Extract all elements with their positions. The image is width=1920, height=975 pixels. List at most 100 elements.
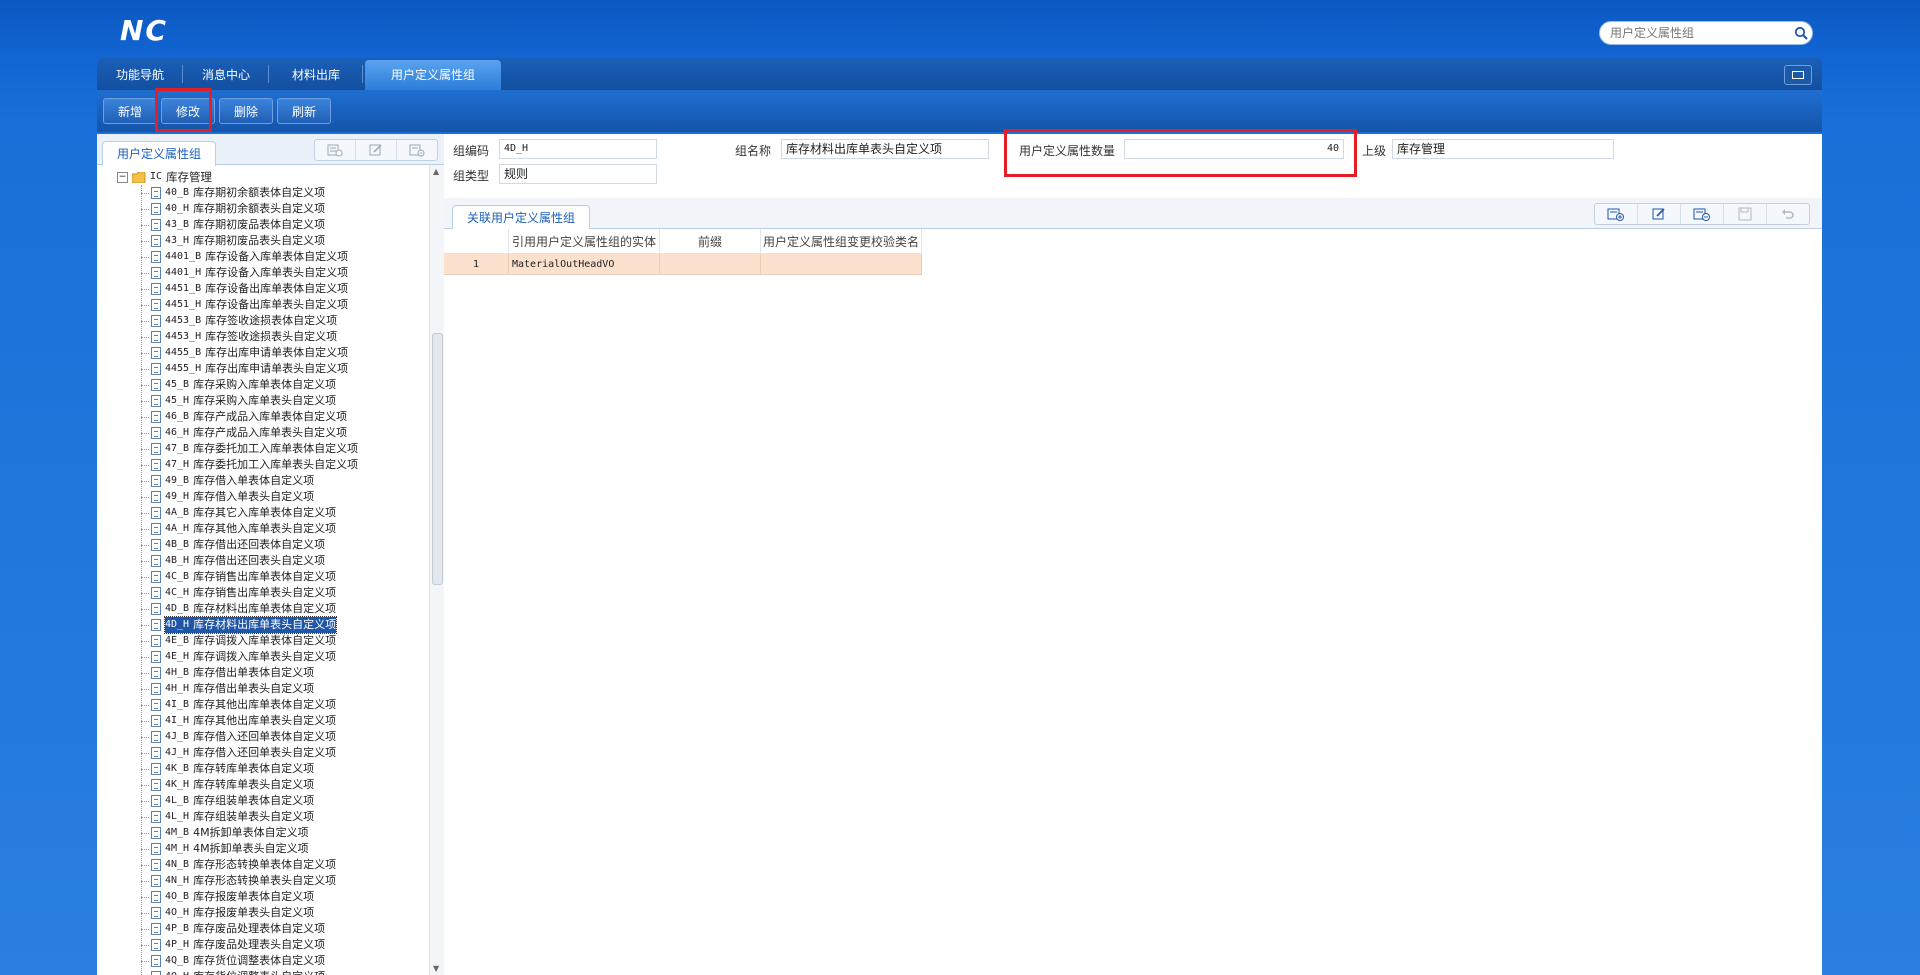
right-panel: 组编码 4D_H 组名称 库存材料出库单表头自定义项 用户定义属性数量 40 上…: [444, 134, 1822, 975]
tree-node[interactable]: 4453_B 库存签收途损表体自定义项: [97, 313, 427, 329]
search-input[interactable]: [1600, 25, 1790, 41]
tree-node[interactable]: 45_B 库存采购入库单表体自定义项: [97, 377, 427, 393]
tree-node[interactable]: 4K_H 库存转库单表头自定义项: [97, 777, 427, 793]
tree-node[interactable]: 4455_H 库存出库申请单表头自定义项: [97, 361, 427, 377]
tree-node[interactable]: 47_H 库存委托加工入库单表头自定义项: [97, 457, 427, 473]
tree-node[interactable]: 4J_H 库存借入还回单表头自定义项: [97, 745, 427, 761]
tree-node-label-wrap: 4451_H 库存设备出库单表头自定义项: [165, 297, 348, 313]
tree-node-code: 4B_H: [165, 555, 190, 566]
collapse-icon[interactable]: −: [117, 171, 128, 183]
tree-node[interactable]: 4C_H 库存销售出库单表头自定义项: [97, 585, 427, 601]
tab-user-def-attr-group-tree[interactable]: 用户定义属性组: [102, 141, 217, 166]
tree-node[interactable]: 4J_B 库存借入还回单表体自定义项: [97, 729, 427, 745]
tree-node[interactable]: 4N_H 库存形态转换单表头自定义项: [97, 873, 427, 889]
tree-node-label-wrap: 40_B 库存期初余额表体自定义项: [165, 185, 325, 201]
tree-node[interactable]: 4401_B 库存设备入库单表体自定义项: [97, 249, 427, 265]
row-edit-icon[interactable]: [1637, 204, 1680, 224]
document-icon: [151, 955, 161, 967]
tree-node[interactable]: 49_B 库存借入单表体自定义项: [97, 473, 427, 489]
restore-window-button[interactable]: [1784, 65, 1812, 85]
tree-node[interactable]: 4401_H 库存设备入库单表头自定义项: [97, 265, 427, 281]
tree-node[interactable]: 4M_B 4M拆卸单表体自定义项: [97, 825, 427, 841]
tree-node[interactable]: 4O_B 库存报废单表体自定义项: [97, 889, 427, 905]
tree-node[interactable]: 4H_B 库存借出单表体自定义项: [97, 665, 427, 681]
tree-node[interactable]: 4A_B 库存其它入库单表体自定义项: [97, 505, 427, 521]
tree-delete-icon[interactable]: [396, 140, 437, 160]
tree-node[interactable]: 4A_H 库存其他入库单表头自定义项: [97, 521, 427, 537]
tree-node[interactable]: 4451_B 库存设备出库单表体自定义项: [97, 281, 427, 297]
tab-material-out[interactable]: 材料出库: [269, 58, 363, 90]
scroll-down-icon[interactable]: ▼: [433, 964, 439, 973]
row-delete-icon[interactable]: [1680, 204, 1723, 224]
tree-node[interactable]: 47_B 库存委托加工入库单表体自定义项: [97, 441, 427, 457]
tree-node-label-wrap: 4455_B 库存出库申请单表体自定义项: [165, 345, 348, 361]
tree-node[interactable]: 43_H 库存期初废品表头自定义项: [97, 233, 427, 249]
tree-node[interactable]: 40_H 库存期初余额表头自定义项: [97, 201, 427, 217]
group-type-field[interactable]: 规则: [499, 164, 657, 184]
tab-message-center[interactable]: 消息中心: [183, 58, 269, 90]
tree-node[interactable]: 4451_H 库存设备出库单表头自定义项: [97, 297, 427, 313]
tree-node-label-wrap: 45_B 库存采购入库单表体自定义项: [165, 377, 336, 393]
add-button[interactable]: 新增: [103, 98, 157, 124]
search-icon[interactable]: [1790, 22, 1812, 44]
tree-node[interactable]: 4C_B 库存销售出库单表体自定义项: [97, 569, 427, 585]
tree-node[interactable]: 4E_B 库存调拨入库单表体自定义项: [97, 633, 427, 649]
tree-node[interactable]: 46_H 库存产成品入库单表头自定义项: [97, 425, 427, 441]
tree-node[interactable]: 4L_B 库存组装单表体自定义项: [97, 793, 427, 809]
save-icon[interactable]: [1723, 204, 1766, 224]
tree-node[interactable]: 4H_H 库存借出单表头自定义项: [97, 681, 427, 697]
tree-add-icon[interactable]: [315, 140, 355, 160]
tree-node-label-wrap: 4E_H 库存调拨入库单表头自定义项: [165, 649, 336, 665]
tree-node[interactable]: 4D_B 库存材料出库单表体自定义项: [97, 601, 427, 617]
grid-cell-validator-class[interactable]: [760, 253, 923, 275]
grid-cell-entity[interactable]: MaterialOutHeadVO: [508, 253, 660, 275]
undo-icon[interactable]: [1766, 204, 1809, 224]
tree-node[interactable]: 4B_H 库存借出还回表头自定义项: [97, 553, 427, 569]
tree-node-code: 4P_B: [165, 923, 190, 934]
tree-node[interactable]: 4N_B 库存形态转换单表体自定义项: [97, 857, 427, 873]
tree-node[interactable]: 40_B 库存期初余额表体自定义项: [97, 185, 427, 201]
tree-node[interactable]: 4M_H 4M拆卸单表头自定义项: [97, 841, 427, 857]
tree-node[interactable]: 4455_B 库存出库申请单表体自定义项: [97, 345, 427, 361]
tree-scrollbar[interactable]: ▲ ▼: [429, 165, 444, 975]
scroll-thumb[interactable]: [432, 333, 443, 585]
tree-edit-icon[interactable]: [355, 140, 396, 160]
tree-node[interactable]: 4P_B 库存废品处理表体自定义项: [97, 921, 427, 937]
grid-cell-prefix[interactable]: [659, 253, 761, 275]
tree-node[interactable]: 4Q_B 库存货位调整表体自定义项: [97, 953, 427, 969]
tree-node[interactable]: 4L_H 库存组装单表头自定义项: [97, 809, 427, 825]
tree-node-code: 4J_H: [165, 747, 190, 758]
tree-root-node[interactable]: − IC 库存管理: [117, 169, 212, 185]
document-icon: [151, 619, 161, 631]
group-name-field[interactable]: 库存材料出库单表头自定义项: [781, 139, 989, 159]
tree-node[interactable]: 4453_H 库存签收途损表头自定义项: [97, 329, 427, 345]
tab-function-nav[interactable]: 功能导航: [97, 58, 183, 90]
delete-button[interactable]: 删除: [219, 98, 273, 124]
tree-node[interactable]: 4D_H 库存材料出库单表头自定义项: [97, 616, 427, 634]
document-icon: [151, 203, 161, 215]
table-row[interactable]: 1 MaterialOutHeadVO: [444, 253, 923, 275]
tree-node[interactable]: 4E_H 库存调拨入库单表头自定义项: [97, 649, 427, 665]
tree-node[interactable]: 4I_B 库存其他出库单表体自定义项: [97, 697, 427, 713]
tree-node[interactable]: 4I_H 库存其他出库单表头自定义项: [97, 713, 427, 729]
tree-node[interactable]: 43_B 库存期初废品表体自定义项: [97, 217, 427, 233]
tree-node[interactable]: 4O_H 库存报废单表头自定义项: [97, 905, 427, 921]
search-box[interactable]: [1599, 21, 1813, 45]
row-add-icon[interactable]: [1595, 204, 1637, 224]
tree-node[interactable]: 4K_B 库存转库单表体自定义项: [97, 761, 427, 777]
refresh-button[interactable]: 刷新: [277, 98, 331, 124]
scroll-up-icon[interactable]: ▲: [433, 167, 439, 176]
tree-node[interactable]: 4P_H 库存废品处理表头自定义项: [97, 937, 427, 953]
tab-related-attr-group[interactable]: 关联用户定义属性组: [452, 205, 591, 230]
tree-node[interactable]: 49_H 库存借入单表头自定义项: [97, 489, 427, 505]
tree-node[interactable]: 4Q_H 库存货位调整表头自定义项: [97, 969, 427, 975]
tab-user-def-attr-group[interactable]: 用户定义属性组: [365, 60, 501, 90]
tree-node[interactable]: 4B_B 库存借出还回表体自定义项: [97, 537, 427, 553]
tree-node-code: 4P_H: [165, 939, 190, 950]
group-code-field[interactable]: 4D_H: [499, 139, 657, 159]
tree-node-code: 4A_B: [165, 507, 190, 518]
parent-field[interactable]: 库存管理: [1392, 139, 1614, 159]
document-icon: [151, 363, 161, 375]
tree-node[interactable]: 46_B 库存产成品入库单表体自定义项: [97, 409, 427, 425]
tree-node[interactable]: 45_H 库存采购入库单表头自定义项: [97, 393, 427, 409]
